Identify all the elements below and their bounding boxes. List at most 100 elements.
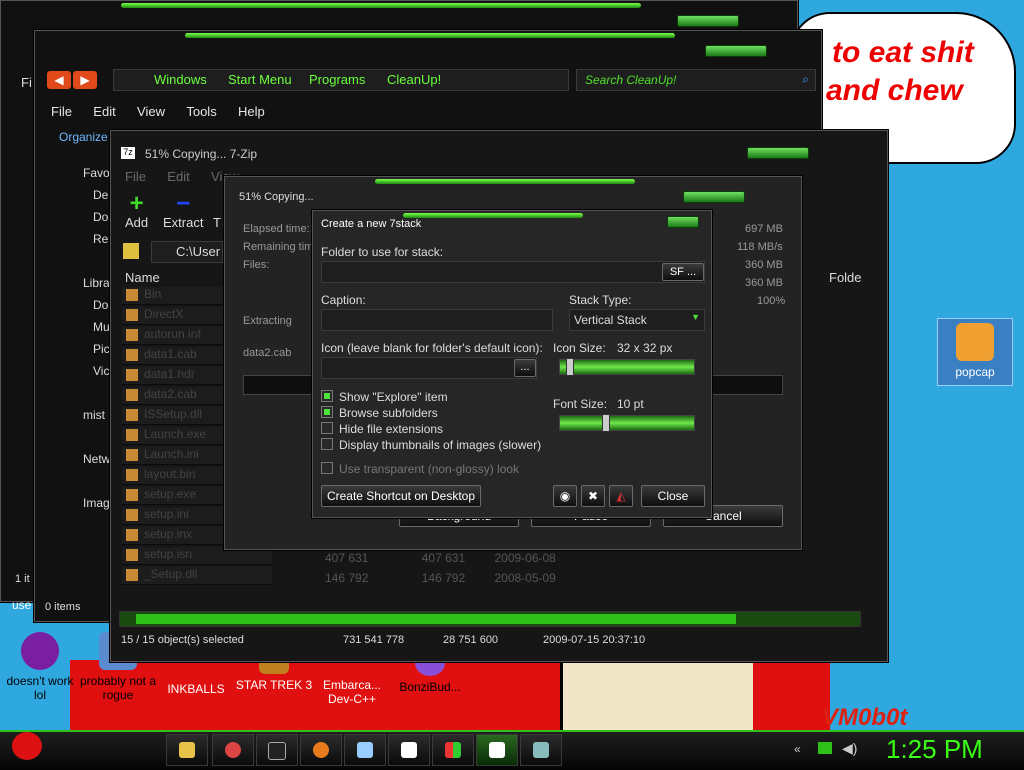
nav-item-libraries[interactable]: Libra <box>83 276 110 290</box>
menu-edit[interactable]: Edit <box>167 169 189 184</box>
file-row[interactable]: _Setup.dll <box>122 567 272 585</box>
nav-item-favorites[interactable]: Favo <box>83 166 110 180</box>
settings-tools-icon[interactable]: ✖ <box>581 485 605 507</box>
taskbar-paint[interactable] <box>388 734 430 766</box>
option-display-thumbnails[interactable]: Display thumbnails of images (slower) <box>321 437 541 453</box>
scrollbar-thumb[interactable] <box>136 614 736 624</box>
window-controls[interactable] <box>683 191 745 203</box>
extract-button[interactable]: − Extract <box>163 192 204 231</box>
file-icon <box>126 309 138 321</box>
desktop-icon-popcap[interactable]: popcap <box>937 318 1013 386</box>
stack-type-label: Stack Type: <box>569 293 632 307</box>
taskbar-notepad[interactable] <box>344 734 386 766</box>
add-label: Add <box>125 215 149 230</box>
nav-item-homegroup[interactable]: mist <box>83 408 105 422</box>
icon-input[interactable]: ... <box>321 357 537 379</box>
cell: 146 792 <box>325 571 369 585</box>
address-bar[interactable]: Windows Start Menu Programs CleanUp! <box>113 69 569 91</box>
desktop-icon-label: doesn't work lol <box>6 674 74 702</box>
address-item[interactable]: Windows <box>154 72 207 87</box>
windows-flag-icon <box>445 742 461 758</box>
add-button[interactable]: + Add <box>125 192 149 231</box>
horizontal-scrollbar[interactable] <box>119 611 861 627</box>
icon-size-slider-thumb[interactable] <box>566 358 574 376</box>
forward-button[interactable]: ▶ <box>73 71 97 89</box>
nav-item[interactable]: Pic <box>93 342 110 356</box>
search-icon[interactable]: ⌕ <box>802 72 809 87</box>
up-folder-icon[interactable] <box>123 243 139 259</box>
taskbar-chrome[interactable] <box>212 734 254 766</box>
option-transparent-look: Use transparent (non-glossy) look <box>321 461 541 477</box>
option-browse-subfolders[interactable]: Browse subfolders <box>321 405 541 421</box>
close-window-button[interactable] <box>667 216 699 228</box>
nav-item[interactable]: De <box>93 188 108 202</box>
taskbar-explorer[interactable] <box>166 734 208 766</box>
stack-type-select[interactable]: Vertical Stack ▼ <box>569 309 705 331</box>
tray-battery-icon[interactable] <box>818 742 832 754</box>
menu-edit[interactable]: Edit <box>93 104 115 119</box>
checkbox[interactable] <box>321 406 333 418</box>
test-button[interactable]: T <box>213 215 221 230</box>
path-field[interactable]: C:\User <box>151 241 223 263</box>
label-files: Files: <box>243 259 270 271</box>
nav-item[interactable]: Vic <box>93 364 109 378</box>
window-controls[interactable] <box>747 147 809 159</box>
icon-size-slider[interactable] <box>559 358 695 376</box>
taskbar-cmd[interactable] <box>256 734 298 766</box>
search-box[interactable]: Search CleanUp! ⌕ <box>576 69 816 91</box>
nav-item-image[interactable]: Imag <box>83 496 110 510</box>
menu-view[interactable]: View <box>137 104 165 119</box>
address-item[interactable]: Start Menu <box>228 72 292 87</box>
nav-item[interactable]: Do <box>93 298 108 312</box>
menu-file[interactable]: Fi <box>21 75 32 90</box>
file-icon <box>126 409 138 421</box>
address-item[interactable]: Programs <box>309 72 365 87</box>
yahoo-messenger-icon <box>21 632 59 670</box>
font-size-slider[interactable] <box>559 414 695 432</box>
menu-tools[interactable]: Tools <box>186 104 216 119</box>
tray-volume-icon[interactable]: ◀) <box>842 740 857 757</box>
sf-button[interactable]: SF ... <box>662 263 704 281</box>
menu-file[interactable]: File <box>125 169 146 184</box>
start-button[interactable] <box>8 728 50 766</box>
theme-icon[interactable]: ◭ <box>609 485 633 507</box>
folder-input[interactable]: SF ... <box>321 261 705 283</box>
menu-file[interactable]: File <box>51 104 72 119</box>
nav-item-network[interactable]: Netw <box>83 452 110 466</box>
column-header-name[interactable]: Name <box>125 270 160 285</box>
globe-icon[interactable]: ◉ <box>553 485 577 507</box>
desktop-icon-label: Embarca... Dev-C++ <box>322 678 382 706</box>
extract-label: Extract <box>163 215 204 230</box>
window-controls[interactable] <box>705 45 767 57</box>
taskbar-7stack[interactable] <box>520 734 562 766</box>
desktop-icon-yahoo[interactable]: doesn't work lol <box>0 632 80 702</box>
checkbox[interactable] <box>321 390 333 402</box>
caption-input[interactable] <box>321 309 553 331</box>
back-button[interactable]: ◀ <box>47 71 71 89</box>
option-label: Hide file extensions <box>339 422 444 436</box>
address-item[interactable]: CleanUp! <box>387 72 441 87</box>
font-size-slider-thumb[interactable] <box>602 414 610 432</box>
tray-chevron-icon[interactable]: « <box>794 742 801 756</box>
taskbar-firefox[interactable] <box>300 734 342 766</box>
nav-item[interactable]: Mu <box>93 320 110 334</box>
clock[interactable]: 1:25 PM <box>886 734 983 765</box>
checkbox[interactable] <box>321 422 333 434</box>
organize-button[interactable]: Organize <box>59 130 108 144</box>
menu-help[interactable]: Help <box>238 104 265 119</box>
stack-dialog[interactable]: Create a new 7stack Folder to use for st… <box>312 210 712 518</box>
option-hide-extensions[interactable]: Hide file extensions <box>321 421 541 437</box>
icon-browse-button[interactable]: ... <box>514 359 536 377</box>
close-button[interactable]: Close <box>641 485 705 507</box>
taskbar-games[interactable] <box>432 734 474 766</box>
nav-item[interactable]: Do <box>93 210 108 224</box>
column-header-folder[interactable]: Folde <box>829 270 862 285</box>
create-shortcut-button[interactable]: Create Shortcut on Desktop <box>321 485 481 507</box>
window-controls[interactable] <box>677 15 739 27</box>
nav-item[interactable]: Re <box>93 232 108 246</box>
option-show-explore[interactable]: Show "Explore" item <box>321 389 541 405</box>
file-name: layout.bin <box>144 467 196 481</box>
font-size-value: 10 pt <box>617 397 644 411</box>
taskbar-7zip[interactable] <box>476 734 518 766</box>
checkbox[interactable] <box>321 438 333 450</box>
